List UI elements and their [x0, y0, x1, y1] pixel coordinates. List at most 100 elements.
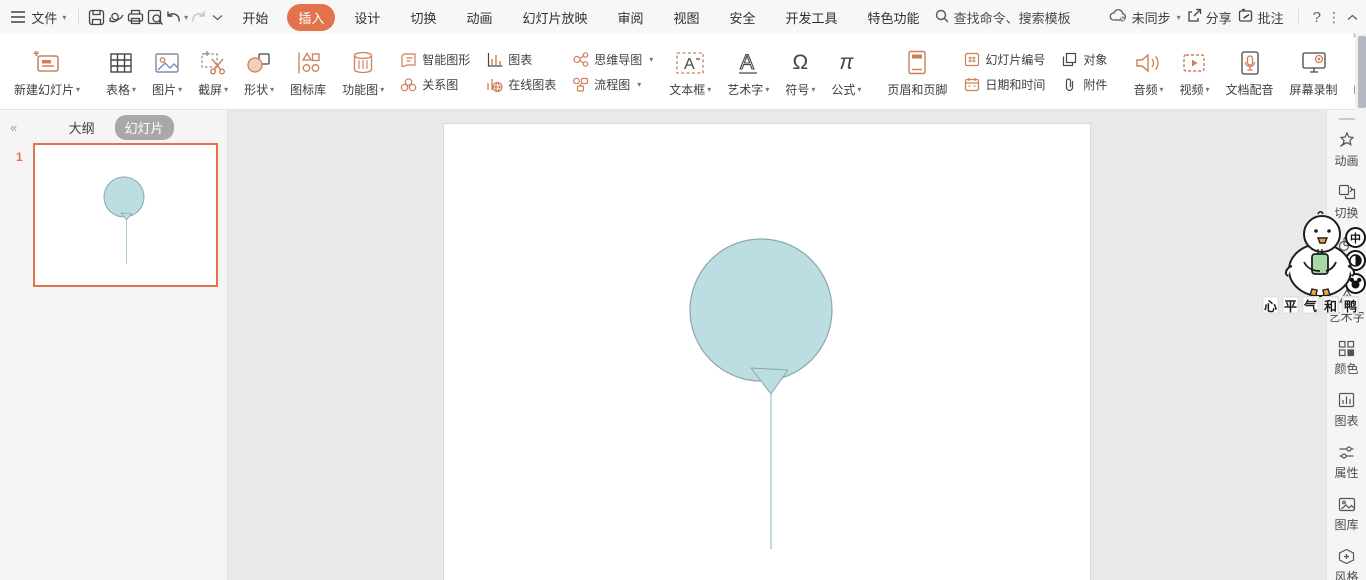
audio-label: 音频 — [1133, 81, 1157, 98]
caption-char: 平 — [1282, 296, 1299, 314]
new-slide-label: 新建幻灯片 — [14, 81, 74, 98]
screenshot-button[interactable]: 截屏▾ — [190, 37, 236, 106]
share-button[interactable]: 分享 — [1187, 8, 1232, 27]
shapes-button[interactable]: 形状▾ — [236, 37, 282, 106]
header-footer-button[interactable]: 页眉和页脚 — [879, 37, 955, 106]
balloon-shape[interactable] — [444, 124, 1090, 580]
svg-text:A: A — [740, 51, 754, 74]
picture-label: 图片 — [152, 81, 176, 98]
sidebar-item-gallery[interactable]: 图库 — [1327, 494, 1366, 533]
colors-icon — [1338, 338, 1355, 358]
mind-map-button[interactable]: 思维导图 ▾ — [572, 51, 653, 68]
tab-special-features[interactable]: 特色功能 — [857, 4, 931, 31]
search-input[interactable]: 查找命令、搜索模板 — [935, 8, 1103, 27]
datetime-label: 日期和时间 — [985, 76, 1045, 93]
chevron-down-icon: ▾ — [649, 55, 653, 64]
chart-label: 图表 — [508, 51, 532, 68]
tab-view[interactable]: 视图 — [663, 4, 711, 31]
doc-voice-button[interactable]: 文档配音 — [1218, 37, 1282, 106]
chart-button[interactable]: 图表 — [486, 51, 556, 68]
help-button[interactable]: ? — [1313, 9, 1321, 26]
print-preview-button[interactable] — [145, 5, 164, 29]
sidebar-item-colors[interactable]: 颜色 — [1327, 338, 1366, 377]
tab-insert[interactable]: 插入 — [287, 4, 335, 31]
formula-button[interactable]: π 公式▾ — [823, 37, 869, 106]
chart-icon — [1338, 390, 1355, 410]
smart-art-button[interactable]: 智能图形 — [400, 51, 470, 68]
audio-button[interactable]: 音频▾ — [1125, 37, 1171, 106]
ribbon-scrollbar[interactable] — [1355, 34, 1366, 110]
sync-status-button[interactable]: 未同步 ▾ — [1109, 8, 1181, 27]
tab-security[interactable]: 安全 — [719, 4, 767, 31]
symbol-label: 符号 — [785, 81, 809, 98]
text-box-button[interactable]: A 文本框▾ — [661, 37, 719, 106]
attachment-button[interactable]: 附件 — [1061, 76, 1107, 93]
word-art-button[interactable]: A 艺术字▾ — [719, 37, 777, 106]
word-art-icon: A — [734, 45, 762, 81]
sidebar-item-chart[interactable]: 图表 — [1327, 390, 1366, 429]
func-diagram-label: 功能图 — [342, 81, 378, 98]
redo-button[interactable] — [189, 5, 208, 29]
tab-slideshow[interactable]: 幻灯片放映 — [511, 4, 598, 31]
video-icon — [1180, 45, 1208, 81]
online-chart-button[interactable]: 在线图表 — [486, 76, 556, 93]
object-icon — [1061, 51, 1078, 68]
duck-caption: 心 平 气 和 鸭 — [1262, 296, 1359, 314]
screen-record-button[interactable]: 屏幕录制 — [1282, 37, 1346, 106]
wps-presentation-window: 文件 ▾ ▾ — [0, 0, 1366, 580]
icon-library-label: 图标库 — [290, 81, 326, 98]
screenshot-label: 截屏 — [198, 81, 222, 98]
smart-art-label: 智能图形 — [422, 51, 470, 68]
relation-diagram-button[interactable]: 关系图 — [400, 76, 470, 93]
sidebar-item-animation[interactable]: 动画 — [1327, 130, 1366, 169]
tab-review[interactable]: 审阅 — [606, 4, 654, 31]
tab-animation[interactable]: 动画 — [455, 4, 503, 31]
audio-speaker-icon — [1134, 45, 1162, 81]
picture-button[interactable]: 图片▾ — [144, 37, 190, 106]
object-button[interactable]: 对象 — [1061, 51, 1107, 68]
ribbon-expand-arrow[interactable]: › — [1353, 30, 1356, 41]
tab-devtools[interactable]: 开发工具 — [775, 4, 849, 31]
new-slide-button[interactable]: 新建幻灯片▾ — [6, 37, 88, 106]
save-button[interactable] — [87, 5, 106, 29]
collapse-ribbon-icon[interactable] — [1347, 14, 1358, 21]
flow-chart-label: 流程图 — [594, 76, 630, 93]
word-art-label: 艺术字 — [727, 81, 763, 98]
tab-design[interactable]: 设计 — [343, 4, 391, 31]
slide-canvas[interactable] — [443, 123, 1091, 580]
print-button[interactable] — [126, 5, 145, 29]
video-button[interactable]: 视频▾ — [1171, 37, 1217, 106]
sidebar-label-animation: 动画 — [1334, 152, 1358, 169]
undo-button[interactable]: ▾ — [165, 5, 189, 29]
tab-home[interactable]: 开始 — [231, 4, 279, 31]
symbol-button[interactable]: Ω 符号▾ — [777, 37, 823, 106]
func-diagram-button[interactable]: 功能图▾ — [334, 37, 392, 106]
right-sidebar: 动画 切换 形状 A — [1326, 110, 1366, 580]
table-button[interactable]: 表格▾ — [98, 37, 144, 106]
sidebar-item-style[interactable]: 风格 — [1327, 546, 1366, 580]
tab-transition[interactable]: 切换 — [399, 4, 447, 31]
export-button[interactable] — [107, 5, 126, 29]
flow-chart-button[interactable]: 流程图 ▾ — [572, 76, 653, 93]
ribbon-scrollbar-thumb[interactable] — [1358, 36, 1366, 108]
icon-library-icon — [295, 45, 321, 81]
canvas-area[interactable] — [228, 110, 1326, 580]
slide-number-button[interactable]: 幻灯片编号 — [963, 51, 1045, 68]
datetime-button[interactable]: 日期和时间 — [963, 76, 1045, 93]
tab-outline[interactable]: 大纲 — [59, 115, 105, 140]
more-commands-icon[interactable] — [208, 5, 227, 29]
comment-button[interactable]: 批注 — [1238, 8, 1284, 27]
transition-icon — [1338, 182, 1356, 202]
more-options-icon[interactable]: ⋮ — [1327, 9, 1341, 26]
sidebar-drag-handle[interactable] — [1339, 118, 1355, 120]
duck-mascot[interactable] — [1274, 210, 1366, 303]
smart-art-icon — [400, 51, 417, 68]
screen-record-label: 屏幕录制 — [1290, 81, 1338, 98]
icon-library-button[interactable]: 图标库 — [282, 37, 334, 106]
comment-icon — [1238, 8, 1254, 26]
hamburger-menu-icon[interactable] — [8, 5, 27, 29]
slide-thumbnail[interactable] — [33, 143, 218, 287]
tab-slides[interactable]: 幻灯片 — [115, 115, 174, 140]
sidebar-item-properties[interactable]: 属性 — [1327, 442, 1366, 481]
file-menu[interactable]: 文件 ▾ — [27, 8, 70, 27]
